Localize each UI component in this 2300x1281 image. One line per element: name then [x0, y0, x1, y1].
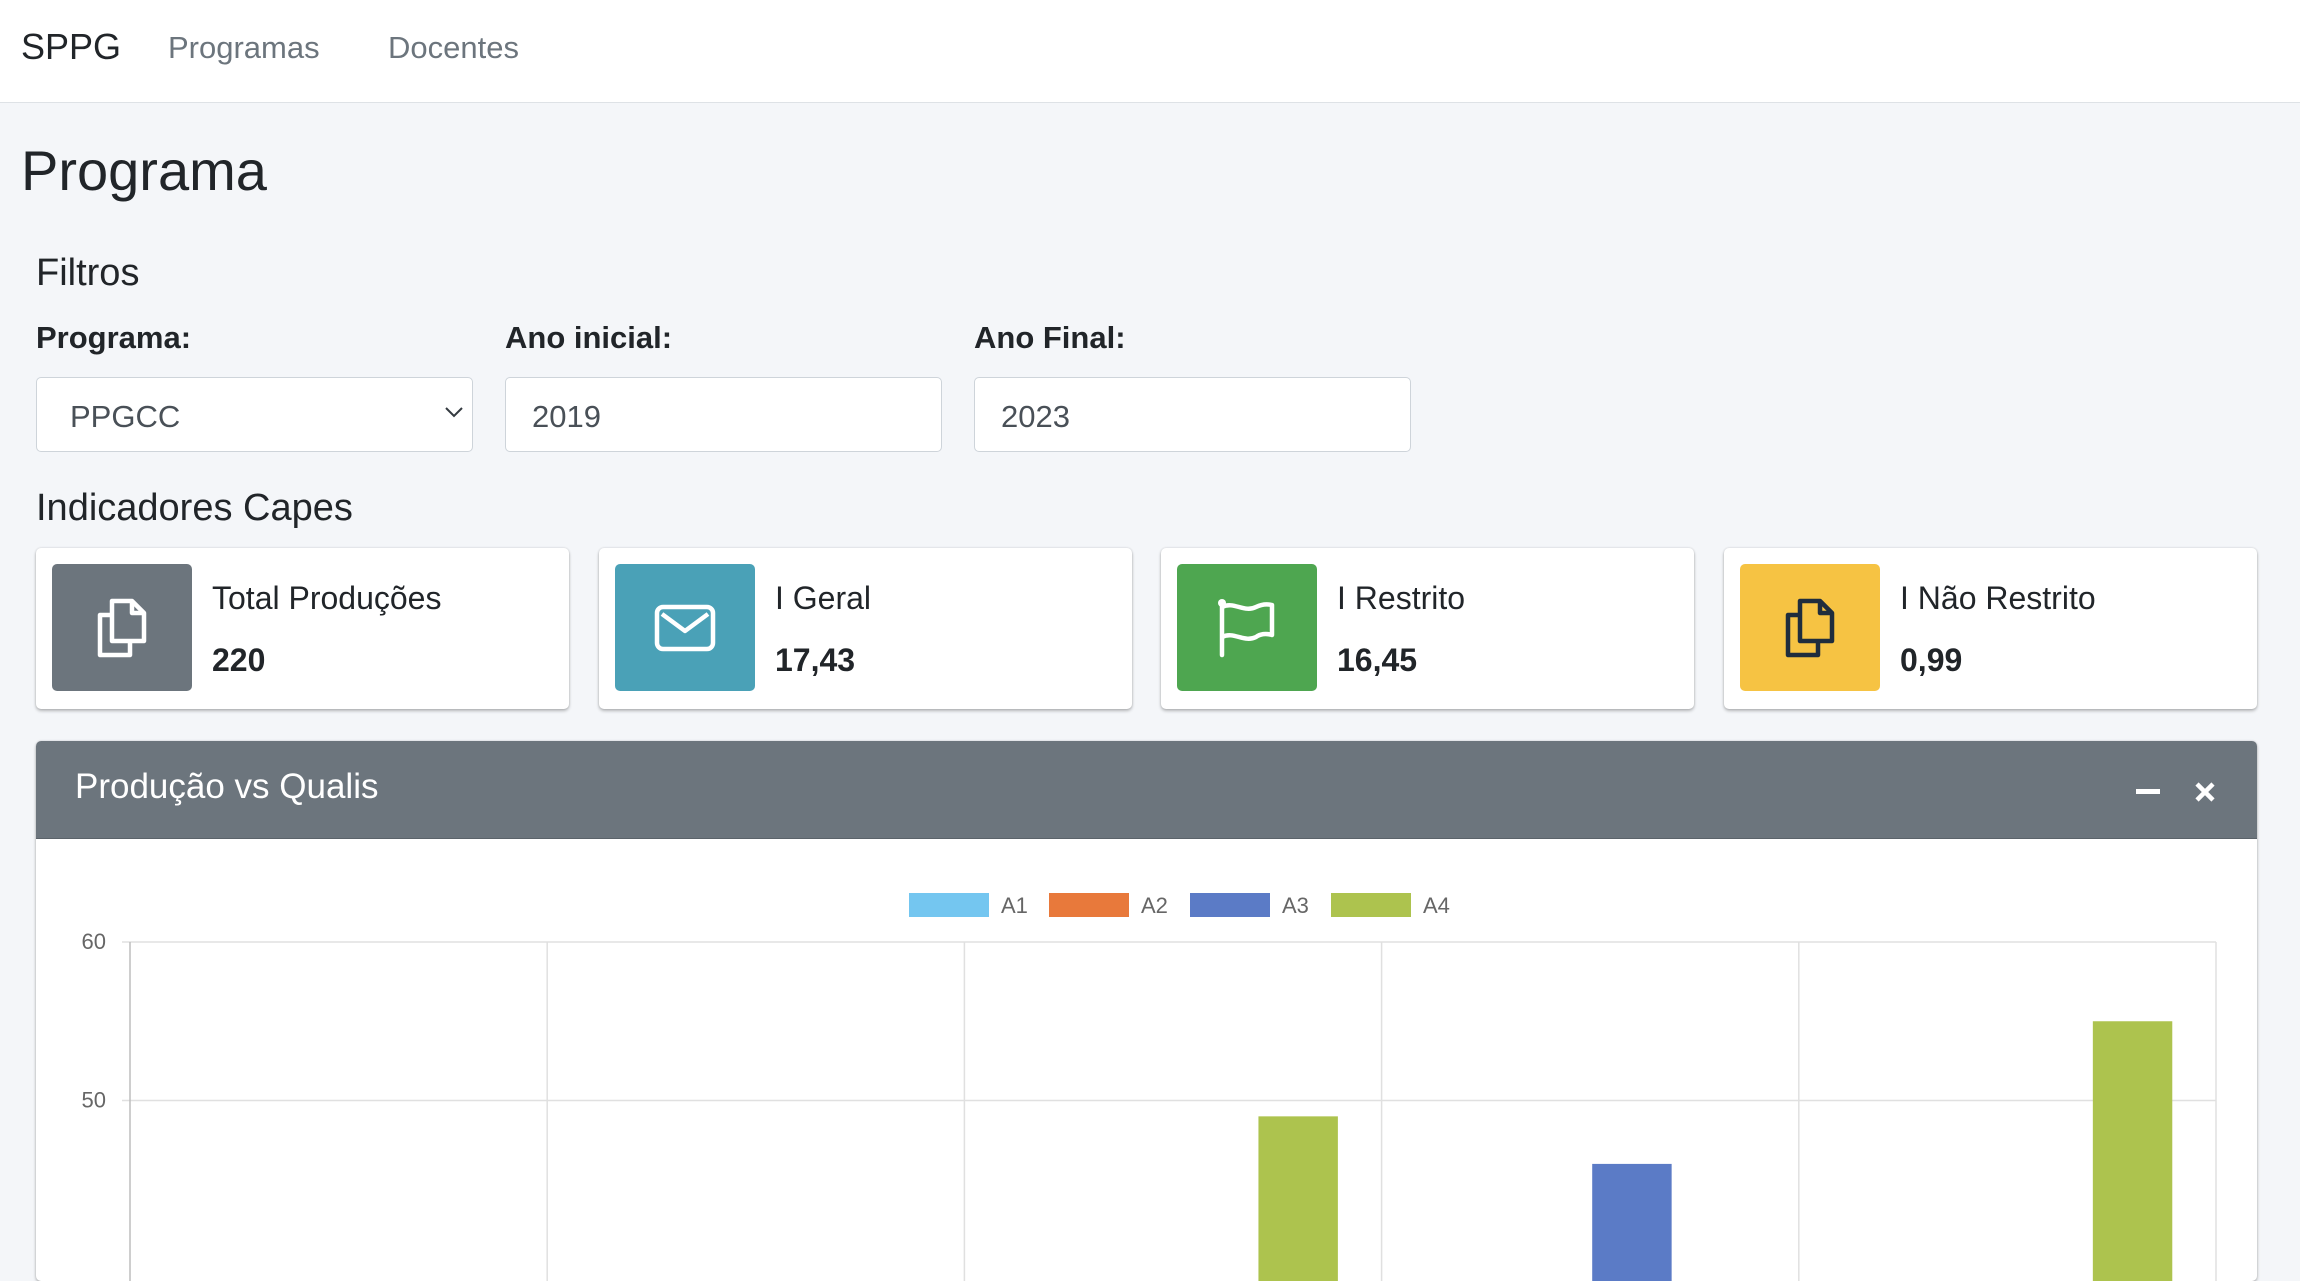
copy-icon [97, 598, 147, 657]
info-box-value: 17,43 [775, 642, 856, 678]
info-box-i-geral: I Geral 17,43 [599, 548, 1132, 709]
production-qualis-chart: A1 A2 A3 A4 60 50 [82, 893, 2217, 1281]
info-box-i-nao-restrito: I Não Restrito 0,99 [1724, 548, 2257, 709]
brand-logo[interactable]: SPPG [21, 26, 121, 68]
info-box-total-producoes: Total Produções 220 [36, 548, 569, 709]
info-box-label: I Geral [775, 580, 872, 616]
ano-final-input[interactable]: 2023 [974, 377, 1411, 452]
nav-link-programas[interactable]: Programas [168, 30, 320, 66]
ano-inicial-label: Ano inicial: [505, 320, 673, 355]
chart-legend: A1 A2 A3 A4 [909, 893, 1450, 918]
programa-label: Programa: [36, 320, 192, 355]
ano-final-label: Ano Final: [974, 320, 1126, 355]
programa-select-value: PPGCC [70, 399, 181, 434]
info-box-icon-bg [1740, 564, 1880, 691]
info-box-value: 16,45 [1337, 642, 1418, 678]
legend-swatch-a4 [1331, 893, 1411, 917]
legend-swatch-a1 [909, 893, 989, 917]
ano-inicial-value: 2019 [532, 399, 601, 434]
copy-icon [1785, 598, 1835, 657]
chart-grid [122, 941, 2217, 1281]
info-box-icon-bg [52, 564, 192, 691]
chart-bars [1258, 1021, 2173, 1281]
ano-inicial-input[interactable]: 2019 [505, 377, 942, 452]
info-box-i-restrito: I Restrito 16,45 [1161, 548, 1694, 709]
flag-icon [1218, 598, 1275, 657]
legend-swatch-a2 [1049, 893, 1129, 917]
legend-label-a4: A4 [1423, 893, 1450, 918]
chart-card: Produção vs Qualis A1 A2 A3 A4 60 50 [36, 741, 2257, 1281]
y-tick-label: 60 [82, 929, 106, 954]
chart-y-axis: 60 50 [82, 929, 106, 1113]
page-title: Programa [21, 139, 267, 202]
info-box-icon-bg [1177, 564, 1317, 691]
bar-a4-2021 [1258, 1116, 1338, 1281]
envelope-icon [654, 604, 716, 651]
chevron-down-icon [445, 407, 463, 418]
filters-title: Filtros [36, 252, 140, 294]
bar-a4-2023 [2092, 1021, 2173, 1281]
bar-a3-2022 [1592, 1163, 1672, 1281]
y-tick-label: 50 [82, 1088, 106, 1113]
info-box-label: I Restrito [1337, 580, 1466, 616]
info-box-label: I Não Restrito [1900, 580, 2096, 616]
nav-link-docentes[interactable]: Docentes [388, 30, 519, 66]
ano-final-value: 2023 [1001, 399, 1070, 434]
info-box-value: 220 [212, 642, 266, 678]
legend-swatch-a3 [1190, 893, 1270, 917]
indicators-title: Indicadores Capes [36, 487, 353, 529]
info-box-icon-bg [615, 564, 755, 691]
legend-label-a2: A2 [1141, 893, 1168, 918]
info-box-label: Total Produções [212, 580, 442, 616]
navbar: SPPG Programas Docentes [0, 0, 2300, 103]
legend-label-a3: A3 [1282, 893, 1309, 918]
programa-select[interactable]: PPGCC [36, 377, 473, 452]
legend-label-a1: A1 [1001, 893, 1028, 918]
info-box-value: 0,99 [1900, 642, 1963, 678]
